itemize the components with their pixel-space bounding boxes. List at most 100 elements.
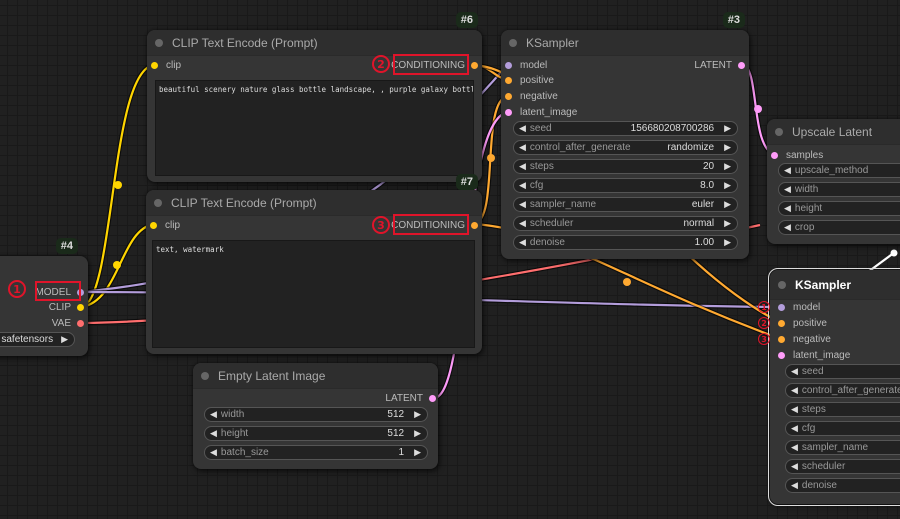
arrow-right-icon[interactable]: ▶ bbox=[414, 409, 421, 420]
arrow-left-icon[interactable]: ◀ bbox=[784, 165, 791, 176]
input-positive[interactable]: positive bbox=[505, 73, 554, 87]
widget-control-after-generate[interactable]: ◀ control_after_generate randomize ▶ bbox=[513, 140, 738, 155]
node-title[interactable]: Upscale Latent bbox=[767, 119, 900, 145]
input-samples[interactable]: samples bbox=[771, 148, 823, 162]
model-input-dot[interactable] bbox=[505, 61, 512, 69]
arrow-right-icon[interactable]: ▶ bbox=[724, 180, 731, 191]
collapse-dot-icon[interactable] bbox=[154, 198, 162, 207]
widget-width[interactable]: ◀ width 512 ▶ bbox=[204, 407, 428, 422]
input-clip[interactable]: clip bbox=[151, 58, 181, 72]
arrow-right-icon[interactable]: ▶ bbox=[724, 237, 731, 248]
arrow-left-icon[interactable]: ◀ bbox=[519, 218, 526, 229]
arrow-left-icon[interactable]: ◀ bbox=[210, 447, 217, 458]
arrow-left-icon[interactable]: ◀ bbox=[519, 142, 526, 153]
upscale-latent-node[interactable]: Upscale Latent samples ◀ upscale_method ◀ w… bbox=[767, 119, 900, 244]
input-positive[interactable]: positive bbox=[778, 316, 827, 330]
input-model[interactable]: model bbox=[778, 300, 820, 314]
latent-output-dot[interactable] bbox=[738, 61, 745, 69]
arrow-right-icon[interactable]: ▶ bbox=[724, 199, 731, 210]
arrow-left-icon[interactable]: ◀ bbox=[210, 428, 217, 439]
arrow-left-icon[interactable]: ◀ bbox=[791, 461, 798, 472]
widget-scheduler[interactable]: ◀ scheduler bbox=[785, 459, 900, 474]
input-negative[interactable]: negative bbox=[505, 89, 558, 103]
collapse-dot-icon[interactable] bbox=[509, 38, 517, 47]
arrow-left-icon[interactable]: ◀ bbox=[784, 203, 791, 214]
output-latent[interactable]: LATENT bbox=[385, 391, 436, 405]
widget-steps[interactable]: ◀ steps bbox=[785, 402, 900, 417]
widget-sampler-name[interactable]: ◀ sampler_name bbox=[785, 440, 900, 455]
arrow-right-icon[interactable]: ▶ bbox=[61, 334, 68, 345]
prompt-textarea[interactable]: text, watermark bbox=[152, 240, 475, 348]
widget-steps[interactable]: ◀ steps 20 ▶ bbox=[513, 159, 738, 174]
arrow-left-icon[interactable]: ◀ bbox=[519, 161, 526, 172]
positive-input-dot[interactable] bbox=[505, 76, 512, 84]
widget-seed[interactable]: ◀ seed 156680208700286 ▶ bbox=[513, 121, 738, 136]
widget-seed[interactable]: ◀ seed bbox=[785, 364, 900, 379]
output-clip[interactable]: CLIP bbox=[49, 300, 84, 314]
collapse-dot-icon[interactable] bbox=[778, 280, 786, 289]
widget-height[interactable]: ◀ height 512 ▶ bbox=[204, 426, 428, 441]
model-input-dot[interactable] bbox=[778, 303, 785, 311]
arrow-left-icon[interactable]: ◀ bbox=[519, 180, 526, 191]
conditioning-output-dot[interactable] bbox=[471, 61, 478, 69]
arrow-left-icon[interactable]: ◀ bbox=[791, 423, 798, 434]
arrow-right-icon[interactable]: ▶ bbox=[724, 218, 731, 229]
empty-latent-image-node[interactable]: Empty Latent Image LATENT ◀ width 512 ▶ ◀ hei… bbox=[193, 363, 438, 469]
arrow-left-icon[interactable]: ◀ bbox=[210, 409, 217, 420]
widget-denoise[interactable]: ◀ denoise bbox=[785, 478, 900, 493]
arrow-right-icon[interactable]: ▶ bbox=[414, 428, 421, 439]
input-latent-image[interactable]: latent_image bbox=[505, 105, 577, 119]
arrow-left-icon[interactable]: ◀ bbox=[519, 123, 526, 134]
collapse-dot-icon[interactable] bbox=[155, 38, 163, 47]
arrow-left-icon[interactable]: ◀ bbox=[791, 366, 798, 377]
collapse-dot-icon[interactable] bbox=[201, 371, 209, 380]
clip-input-dot[interactable] bbox=[150, 221, 157, 229]
widget-denoise[interactable]: ◀ denoise 1.00 ▶ bbox=[513, 235, 738, 250]
arrow-left-icon[interactable]: ◀ bbox=[791, 442, 798, 453]
widget-upscale-method[interactable]: ◀ upscale_method bbox=[778, 163, 900, 178]
arrow-right-icon[interactable]: ▶ bbox=[724, 161, 731, 172]
widget-batch-size[interactable]: ◀ batch_size 1 ▶ bbox=[204, 445, 428, 460]
widget-sampler-name[interactable]: ◀ sampler_name euler ▶ bbox=[513, 197, 738, 212]
clip-input-dot[interactable] bbox=[151, 61, 158, 69]
latent-input-dot[interactable] bbox=[778, 351, 785, 359]
input-negative[interactable]: negative bbox=[778, 332, 831, 346]
prompt-textarea[interactable]: beautiful scenery nature glass bottle la… bbox=[155, 80, 474, 176]
positive-input-dot[interactable] bbox=[778, 319, 785, 327]
samples-input-dot[interactable] bbox=[771, 151, 778, 159]
arrow-left-icon[interactable]: ◀ bbox=[791, 404, 798, 415]
node-title[interactable]: KSampler bbox=[770, 270, 900, 300]
output-latent[interactable]: LATENT bbox=[694, 58, 745, 72]
arrow-left-icon[interactable]: ◀ bbox=[791, 385, 798, 396]
arrow-left-icon[interactable]: ◀ bbox=[784, 184, 791, 195]
clip-output-dot[interactable] bbox=[77, 303, 84, 311]
ksampler-node[interactable]: #3 KSampler model positive negative late… bbox=[501, 12, 749, 259]
widget-crop[interactable]: ◀ crop bbox=[778, 220, 900, 235]
node-title[interactable]: CLIP Text Encode (Prompt) bbox=[147, 30, 482, 56]
arrow-left-icon[interactable]: ◀ bbox=[519, 199, 526, 210]
widget-width[interactable]: ◀ width bbox=[778, 182, 900, 197]
node-title[interactable]: Empty Latent Image bbox=[193, 363, 438, 389]
widget-height[interactable]: ◀ height bbox=[778, 201, 900, 216]
negative-input-dot[interactable] bbox=[778, 335, 785, 343]
node-title[interactable]: CLIP Text Encode (Prompt) bbox=[146, 190, 482, 216]
widget-cfg[interactable]: ◀ cfg bbox=[785, 421, 900, 436]
arrow-left-icon[interactable]: ◀ bbox=[519, 237, 526, 248]
widget-cfg[interactable]: ◀ cfg 8.0 ▶ bbox=[513, 178, 738, 193]
node-title[interactable]: KSampler bbox=[501, 30, 749, 56]
input-clip[interactable]: clip bbox=[150, 218, 180, 232]
arrow-left-icon[interactable]: ◀ bbox=[784, 222, 791, 233]
arrow-left-icon[interactable]: ◀ bbox=[791, 480, 798, 491]
widget-scheduler[interactable]: ◀ scheduler normal ▶ bbox=[513, 216, 738, 231]
collapse-dot-icon[interactable] bbox=[775, 127, 783, 136]
clip-text-encode-positive-node[interactable]: #6 CLIP Text Encode (Prompt) clip CONDIT… bbox=[147, 12, 482, 182]
checkpoint-loader-node[interactable]: #4 MODEL CLIP VAE safetensors ▶ bbox=[0, 238, 88, 356]
output-vae[interactable]: VAE bbox=[52, 316, 84, 330]
arrow-right-icon[interactable]: ▶ bbox=[414, 447, 421, 458]
negative-input-dot[interactable] bbox=[505, 92, 512, 100]
input-latent-image[interactable]: latent_image bbox=[778, 348, 850, 362]
conditioning-output-dot[interactable] bbox=[471, 221, 478, 229]
input-model[interactable]: model bbox=[505, 58, 547, 72]
latent-input-dot[interactable] bbox=[505, 108, 512, 116]
ckpt-name-widget[interactable]: safetensors ▶ bbox=[0, 332, 75, 347]
